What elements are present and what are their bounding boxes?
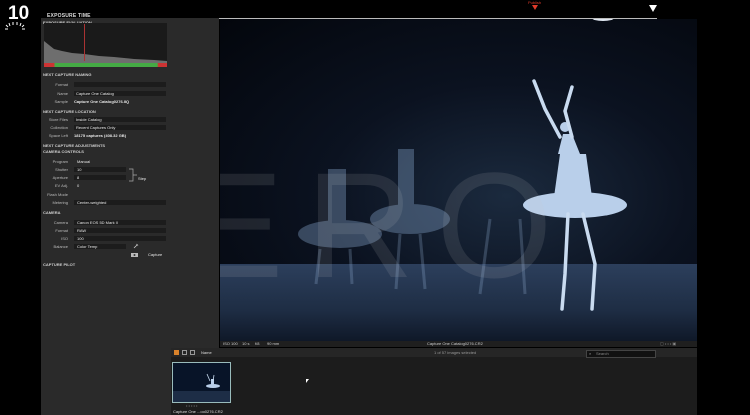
histogram-graph [44, 41, 167, 63]
thumbnail-caption: Capture One ...oo0276.CR2 [173, 409, 223, 414]
metering-label: Metering [52, 200, 68, 205]
store-files-label: Store Files [48, 117, 68, 122]
sort-select[interactable]: Name [201, 350, 212, 355]
collection-label: Collection [50, 125, 68, 130]
zero-watermark: ZERO [220, 141, 575, 309]
selection-status: 1 of 57 images selected [434, 350, 477, 355]
filmstrip-view-icon[interactable] [190, 350, 195, 355]
iso-select[interactable] [74, 236, 166, 241]
thumbnail[interactable] [172, 362, 231, 403]
histogram-marker [84, 24, 85, 61]
list-view-icon[interactable] [182, 350, 187, 355]
capture-button[interactable]: Capture [148, 252, 162, 257]
section-camera[interactable]: CAMERA [43, 210, 61, 215]
iso-value: 100 [77, 236, 84, 241]
step-label: Step [138, 176, 147, 181]
camera-value: Canon EOS 5D Mark II [77, 220, 118, 225]
store-files-value: Inside Catalog [76, 117, 102, 122]
format-select[interactable] [74, 82, 166, 87]
camera-format-select[interactable] [74, 228, 166, 233]
eyedropper-icon[interactable] [133, 243, 139, 249]
playhead-icon[interactable] [649, 5, 657, 12]
camera-format-label: Format [55, 228, 68, 233]
sample-label: Sample [54, 99, 68, 104]
balance-label: Balance [53, 244, 68, 249]
status-filename: Capture One Catalog0276.CR2 [427, 341, 483, 346]
dial-icon [5, 22, 25, 30]
search-placeholder: Search [596, 351, 609, 356]
section-next-capture-naming[interactable]: NEXT CAPTURE NAMING [43, 72, 91, 77]
aperture-label: Aperture [52, 175, 68, 180]
thumbnail-rating[interactable]: • • • • • [186, 403, 197, 408]
flash-mode-label: Flash Mode [47, 192, 68, 197]
status-shutter: 10 s [242, 341, 250, 346]
search-icon: ⌕ [589, 351, 592, 356]
viewer-controls[interactable]: ▢ • • • ▣ [660, 341, 676, 346]
name-label: Name [57, 91, 68, 96]
camera-format-value: RAW [77, 228, 87, 233]
aperture-value: 8 [77, 175, 80, 180]
search-input[interactable]: ⌕ Search [586, 350, 656, 358]
viewer-status-bar: ISO 100 10 s f/8 90 mm Capture One Catal… [220, 341, 697, 347]
shutter-value: 10 [77, 167, 82, 172]
collection-value: Recent Captures Only [76, 125, 116, 130]
iso-label: ISO [61, 236, 68, 241]
status-iso: ISO 100 [223, 341, 238, 346]
marker-icon [532, 5, 538, 10]
camera-icon [131, 253, 138, 257]
shutter-stepper[interactable] [74, 167, 126, 172]
mouse-cursor-icon [306, 379, 309, 383]
image-viewer[interactable]: ZERO [220, 19, 697, 341]
camera-label: Camera [53, 220, 68, 225]
format-label: Format [55, 82, 68, 87]
grid-view-icon[interactable] [174, 350, 179, 355]
thumbnail-image [173, 363, 230, 402]
program-value: Manual [77, 159, 91, 164]
space-left-value: 18175 captures (408.32 GB) [74, 133, 127, 138]
image-browser [171, 348, 697, 415]
section-next-capture-location[interactable]: NEXT CAPTURE LOCATION [43, 109, 96, 114]
section-next-capture-adjustments[interactable]: NEXT CAPTURE ADJUSTMENTS [43, 143, 105, 148]
status-aperture: f/8 [255, 341, 260, 346]
balance-value: Color Temp [77, 244, 98, 249]
aperture-stepper[interactable] [74, 175, 126, 180]
histogram [44, 23, 167, 63]
section-camera-controls[interactable]: CAMERA CONTROLS [43, 149, 84, 154]
section-capture-pilot[interactable]: CAPTURE PILOT [43, 262, 75, 267]
step-bracket-icon [129, 168, 137, 182]
ev-adj-value: 0 [77, 183, 80, 188]
space-left-label: Space Left [48, 133, 68, 138]
shutter-label: Shutter [55, 167, 68, 172]
program-label: Program [52, 159, 68, 164]
status-focal: 90 mm [267, 341, 280, 346]
metering-value: Center-weighted [77, 200, 107, 205]
sample-value: Capture One Catalog0276.IIQ [74, 99, 130, 104]
ev-adj-label: EV Adj. [54, 183, 68, 188]
exposure-meter [44, 63, 167, 67]
name-value: Capture One Catalog [76, 91, 114, 96]
